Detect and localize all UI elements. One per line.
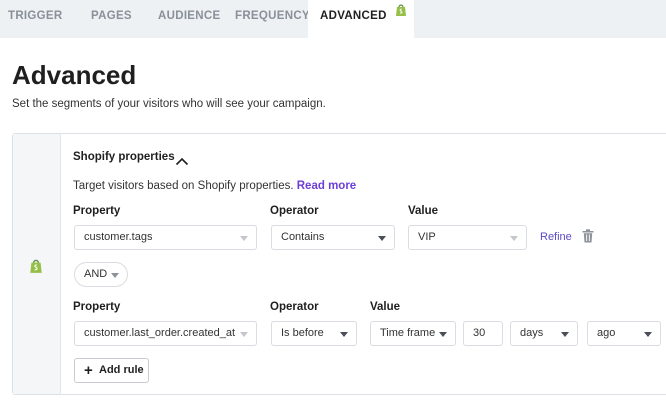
direction-select[interactable]: ago bbox=[587, 321, 661, 346]
page-subtitle: Set the segments of your visitors who wi… bbox=[12, 98, 326, 110]
chevron-down-icon bbox=[240, 236, 248, 241]
value-select-value: VIP bbox=[418, 231, 436, 243]
shopify-icon bbox=[29, 258, 43, 279]
tab-frequency[interactable]: FREQUENCY bbox=[235, 0, 310, 38]
section-description: Target visitors based on Shopify propert… bbox=[73, 180, 356, 192]
chevron-down-icon bbox=[111, 273, 119, 278]
property-select-value: customer.last_order.created_at bbox=[84, 327, 236, 339]
property-select[interactable]: customer.last_order.created_at bbox=[74, 321, 257, 346]
tab-bar: TRIGGER PAGES AUDIENCE FREQUENCY ADVANCE… bbox=[0, 0, 666, 38]
value-label: Value bbox=[408, 205, 439, 217]
refine-link[interactable]: Refine bbox=[540, 231, 572, 243]
value-select[interactable]: VIP bbox=[408, 225, 527, 250]
property-label: Property bbox=[73, 205, 121, 217]
operator-label: Operator bbox=[270, 301, 319, 313]
and-connector-value: AND bbox=[84, 268, 108, 280]
operator-select[interactable]: Contains bbox=[271, 225, 395, 250]
shopify-properties-card: Shopify properties Target visitors based… bbox=[12, 133, 666, 395]
direction-select-value: ago bbox=[597, 327, 616, 339]
section-title[interactable]: Shopify properties bbox=[73, 151, 175, 163]
card-rail bbox=[13, 134, 61, 394]
unit-select-value: days bbox=[520, 327, 544, 339]
chevron-down-icon bbox=[240, 332, 248, 337]
operator-label: Operator bbox=[270, 205, 319, 217]
add-rule-label: Add rule bbox=[99, 364, 144, 376]
add-rule-button[interactable]: + Add rule bbox=[74, 358, 149, 383]
chevron-down-icon bbox=[561, 332, 569, 337]
time-frame-select[interactable]: Time frame bbox=[370, 321, 456, 346]
chevron-down-icon bbox=[439, 332, 447, 337]
chevron-down-icon bbox=[644, 332, 652, 337]
tab-advanced[interactable]: ADVANCED bbox=[308, 0, 414, 38]
amount-input[interactable]: 30 bbox=[463, 321, 503, 346]
plus-icon: + bbox=[84, 362, 93, 379]
operator-select-value: Is before bbox=[281, 327, 324, 339]
section-description-text: Target visitors based on Shopify propert… bbox=[73, 180, 294, 192]
tab-audience[interactable]: AUDIENCE bbox=[158, 0, 220, 38]
value-label: Value bbox=[370, 301, 401, 313]
unit-select[interactable]: days bbox=[510, 321, 578, 346]
operator-select-value: Contains bbox=[281, 231, 325, 243]
chevron-up-icon[interactable] bbox=[175, 153, 189, 171]
read-more-link[interactable]: Read more bbox=[297, 180, 356, 192]
property-select[interactable]: customer.tags bbox=[74, 225, 257, 250]
operator-select[interactable]: Is before bbox=[271, 321, 357, 346]
chevron-down-icon bbox=[378, 236, 386, 241]
property-label: Property bbox=[73, 301, 121, 313]
chevron-down-icon bbox=[510, 236, 518, 241]
property-select-value: customer.tags bbox=[84, 231, 153, 243]
tab-trigger[interactable]: TRIGGER bbox=[8, 0, 63, 38]
page-title: Advanced bbox=[12, 60, 137, 90]
amount-input-value: 30 bbox=[473, 327, 486, 339]
shopify-icon bbox=[395, 0, 407, 30]
and-connector-select[interactable]: AND bbox=[74, 262, 128, 287]
chevron-down-icon bbox=[340, 332, 348, 337]
tab-pages[interactable]: PAGES bbox=[91, 0, 132, 38]
time-frame-select-value: Time frame bbox=[380, 327, 436, 339]
trash-icon[interactable] bbox=[582, 229, 594, 248]
tab-advanced-label: ADVANCED bbox=[320, 10, 387, 22]
